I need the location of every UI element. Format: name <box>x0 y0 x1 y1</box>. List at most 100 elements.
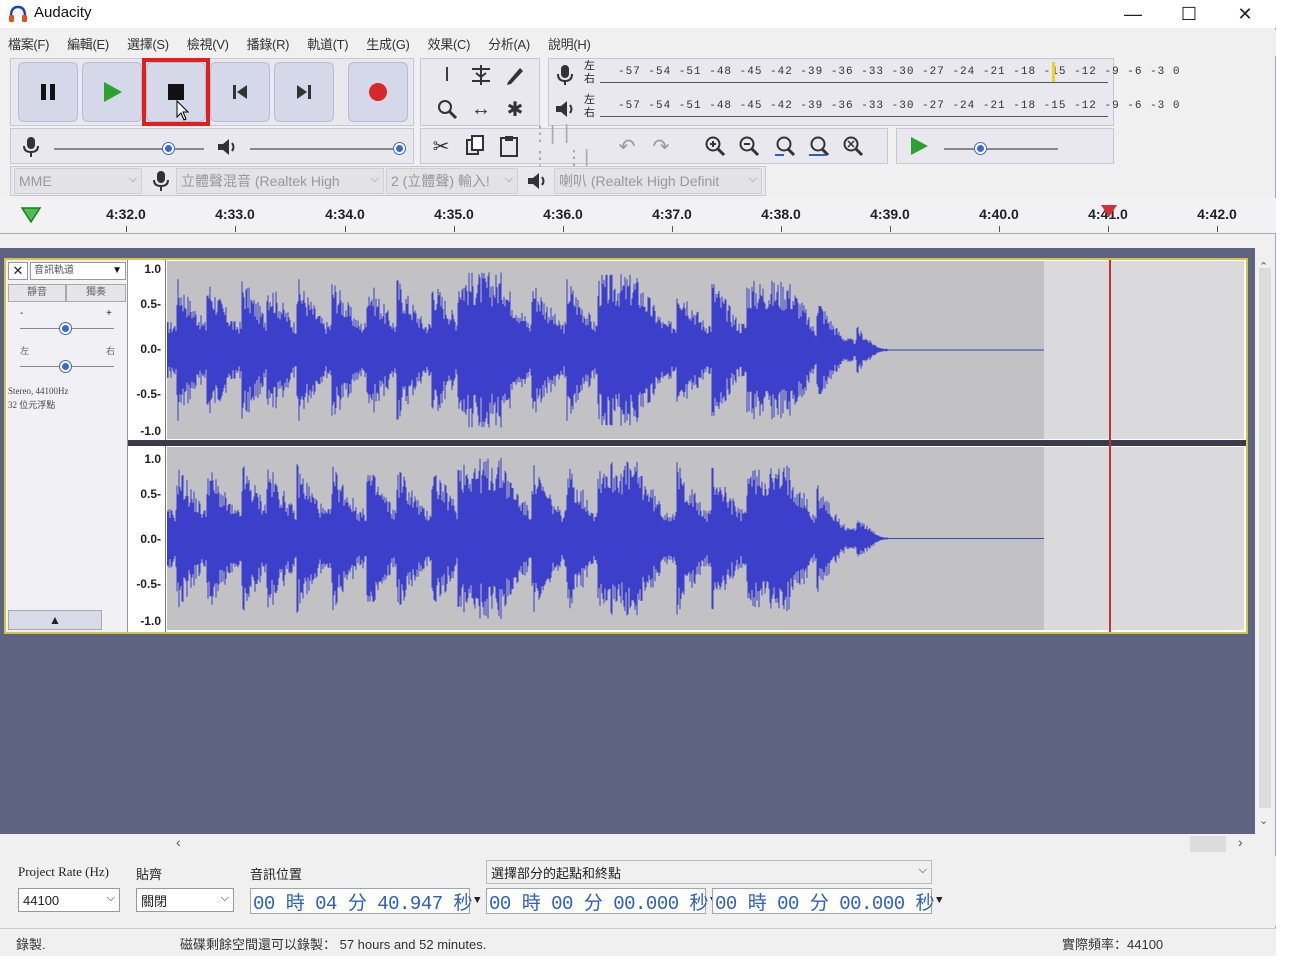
ruler-tick-label: 4:35.0 <box>434 206 474 222</box>
channel-divider <box>128 440 1246 446</box>
playback-device-dropdown[interactable]: 喇叭 (Realtek High Definit ⌵ <box>554 168 762 194</box>
zoom-out-icon[interactable] <box>734 131 764 161</box>
output-volume-knob[interactable] <box>394 143 405 154</box>
minimize-button[interactable]: — <box>1110 0 1156 28</box>
scroll-down-icon[interactable]: ⌄ <box>1259 814 1268 827</box>
play-button[interactable] <box>82 62 142 122</box>
menu-select[interactable]: 選擇(S) <box>127 34 169 53</box>
menu-generate[interactable]: 生成(G) <box>366 34 410 53</box>
track-format-line1: Stereo, 44100Hz <box>8 386 69 396</box>
skip-to-end-button[interactable] <box>274 62 334 122</box>
project-rate-combo[interactable]: 44100 ⌵ <box>18 888 120 912</box>
close-button[interactable]: ✕ <box>1222 0 1268 28</box>
horizontal-scroll-thumb[interactable] <box>1190 836 1226 852</box>
chevron-down-icon: ⌵ <box>128 173 137 185</box>
record-meter-mic-icon[interactable] <box>550 60 580 90</box>
zoom-toggle-icon[interactable] <box>838 131 868 161</box>
track-format-info: Stereo, 44100Hz 32 位元浮點 <box>8 384 69 412</box>
play-speed-slider[interactable] <box>944 148 1058 150</box>
collapse-track-button[interactable]: ▲ <box>8 610 102 630</box>
menu-view[interactable]: 檢視(V) <box>187 34 229 53</box>
play-speed-knob[interactable] <box>975 143 986 154</box>
scroll-left-icon[interactable]: ‹ <box>176 834 181 850</box>
input-volume-knob[interactable] <box>163 143 174 154</box>
status-disk-space: 磁碟剩餘空間還可以錄製： 57 hours and 52 minutes. <box>180 937 487 952</box>
pan-left-label: 左 <box>20 346 30 356</box>
gain-plus-label: + <box>106 308 112 319</box>
menu-analyze[interactable]: 分析(A) <box>488 34 530 53</box>
audio-track[interactable]: ✕ 音訊軌道 ▼ 靜音 獨奏 - + 左 右 Stereo, 44100Hz 3… <box>4 258 1248 634</box>
menu-help[interactable]: 說明(H) <box>548 34 591 53</box>
play-at-speed-button[interactable] <box>904 131 934 161</box>
zoom-tool-icon[interactable] <box>432 94 462 124</box>
menu-edit[interactable]: 編輯(E) <box>67 34 109 53</box>
input-volume-slider[interactable] <box>54 148 204 150</box>
horizontal-scrollbar[interactable]: ‹ › <box>0 834 1255 854</box>
recording-channels-dropdown[interactable]: 2 (立體聲) 輸入! ⌵ <box>386 168 518 194</box>
left-channel-waveform <box>167 272 1044 428</box>
timeshift-tool-icon[interactable]: ↔ <box>466 94 496 124</box>
zoom-in-icon[interactable] <box>700 131 730 161</box>
audio-position-label: 音訊位置 <box>250 867 303 882</box>
menu-file[interactable]: 檔案(F) <box>8 34 49 53</box>
recording-device-dropdown[interactable]: 立體聲混音 (Realtek High ⌵ <box>176 168 384 194</box>
vertical-scroll-thumb[interactable] <box>1259 268 1271 808</box>
record-meter-scale[interactable]: -57 -54 -51 -48 -45 -42 -39 -36 -33 -30 … <box>618 66 1180 78</box>
selection-mode-value: 選擇部分的起點和終點 <box>491 865 622 881</box>
silence-icon[interactable]: |⋮| <box>564 122 594 169</box>
trim-icon[interactable]: ⋮|⋮ <box>530 123 560 170</box>
play-meter-speaker-icon[interactable] <box>550 94 580 124</box>
fit-selection-icon[interactable] <box>770 131 800 161</box>
pause-button[interactable] <box>18 62 78 122</box>
audio-position-control[interactable]: 00 時 04 分 40.947 秒 ▼ <box>250 888 481 915</box>
pan-knob[interactable] <box>60 361 71 372</box>
fit-project-icon[interactable] <box>804 131 834 161</box>
skip-to-start-button[interactable] <box>210 62 270 122</box>
envelope-tool-icon[interactable] <box>466 60 496 90</box>
track-menu-arrow-icon: ▼ <box>112 265 122 276</box>
dropdown-arrow-icon: ▼ <box>474 895 481 907</box>
recording-channels-value: 2 (立體聲) 輸入! <box>391 173 490 189</box>
audacity-logo-icon <box>9 5 27 22</box>
mute-button[interactable]: 靜音 <box>8 284 66 302</box>
menu-bar: 檔案(F) 編輯(E) 選擇(S) 檢視(V) 播錄(R) 軌道(T) 生成(G… <box>0 30 1276 56</box>
record-meter-bar <box>600 82 1108 83</box>
close-track-icon[interactable]: ✕ <box>8 262 28 280</box>
selection-start-control[interactable]: 00 時 00 分 00.000 秒 ▼ <box>486 888 717 915</box>
selection-mode-combo[interactable]: 選擇部分的起點和終點 ⌵ <box>486 860 932 884</box>
output-volume-slider[interactable] <box>250 148 400 150</box>
paste-icon[interactable] <box>494 131 524 161</box>
audio-host-dropdown[interactable]: MME ⌵ <box>14 168 142 194</box>
playhead-marker-icon <box>1101 205 1117 217</box>
cut-icon[interactable]: ✂ <box>426 131 456 161</box>
menu-tracks[interactable]: 軌道(T) <box>307 34 348 53</box>
menu-effect[interactable]: 效果(C) <box>428 34 471 53</box>
timeline-ruler[interactable]: 4:32.0 4:33.0 4:34.0 4:35.0 4:36.0 4:37.… <box>0 198 1276 234</box>
multi-tool-icon[interactable]: ✱ <box>500 94 530 124</box>
left-channel-empty[interactable] <box>1044 261 1244 439</box>
record-button[interactable] <box>348 62 408 122</box>
undo-icon[interactable]: ↶ <box>612 131 642 161</box>
status-actual-rate: 實際頻率：44100 <box>1062 937 1164 952</box>
right-channel-empty[interactable] <box>1044 447 1244 630</box>
selection-end-control[interactable]: 00 時 00 分 00.000 秒 ▼ <box>712 888 943 915</box>
vruler-label: -1.0 <box>140 614 161 628</box>
maximize-button[interactable]: ☐ <box>1166 0 1212 28</box>
play-meter-scale[interactable]: -57 -54 -51 -48 -45 -42 -39 -36 -33 -30 … <box>618 100 1180 112</box>
redo-icon[interactable]: ↷ <box>646 131 676 161</box>
solo-button[interactable]: 獨奏 <box>66 284 126 302</box>
window-title: Audacity <box>34 4 92 21</box>
chevron-down-icon: ⌵ <box>748 173 757 185</box>
gain-knob[interactable] <box>60 323 71 334</box>
copy-icon[interactable] <box>460 131 490 161</box>
audio-position-value: 00 時 04 分 40.947 秒 <box>253 892 473 915</box>
track-name-menu[interactable]: 音訊軌道 ▼ <box>30 262 126 280</box>
snap-combo[interactable]: 關閉 ⌵ <box>136 888 234 912</box>
timeline-quick-play-icon[interactable] <box>20 206 42 224</box>
draw-tool-icon[interactable] <box>500 60 530 90</box>
vertical-scrollbar[interactable]: ⌃ ⌄ <box>1255 258 1275 834</box>
playback-device-value: 喇叭 (Realtek High Definit <box>559 173 720 189</box>
scroll-right-icon[interactable]: › <box>1238 834 1243 850</box>
selection-tool-icon[interactable]: I <box>432 60 462 90</box>
menu-transport[interactable]: 播錄(R) <box>247 34 290 53</box>
